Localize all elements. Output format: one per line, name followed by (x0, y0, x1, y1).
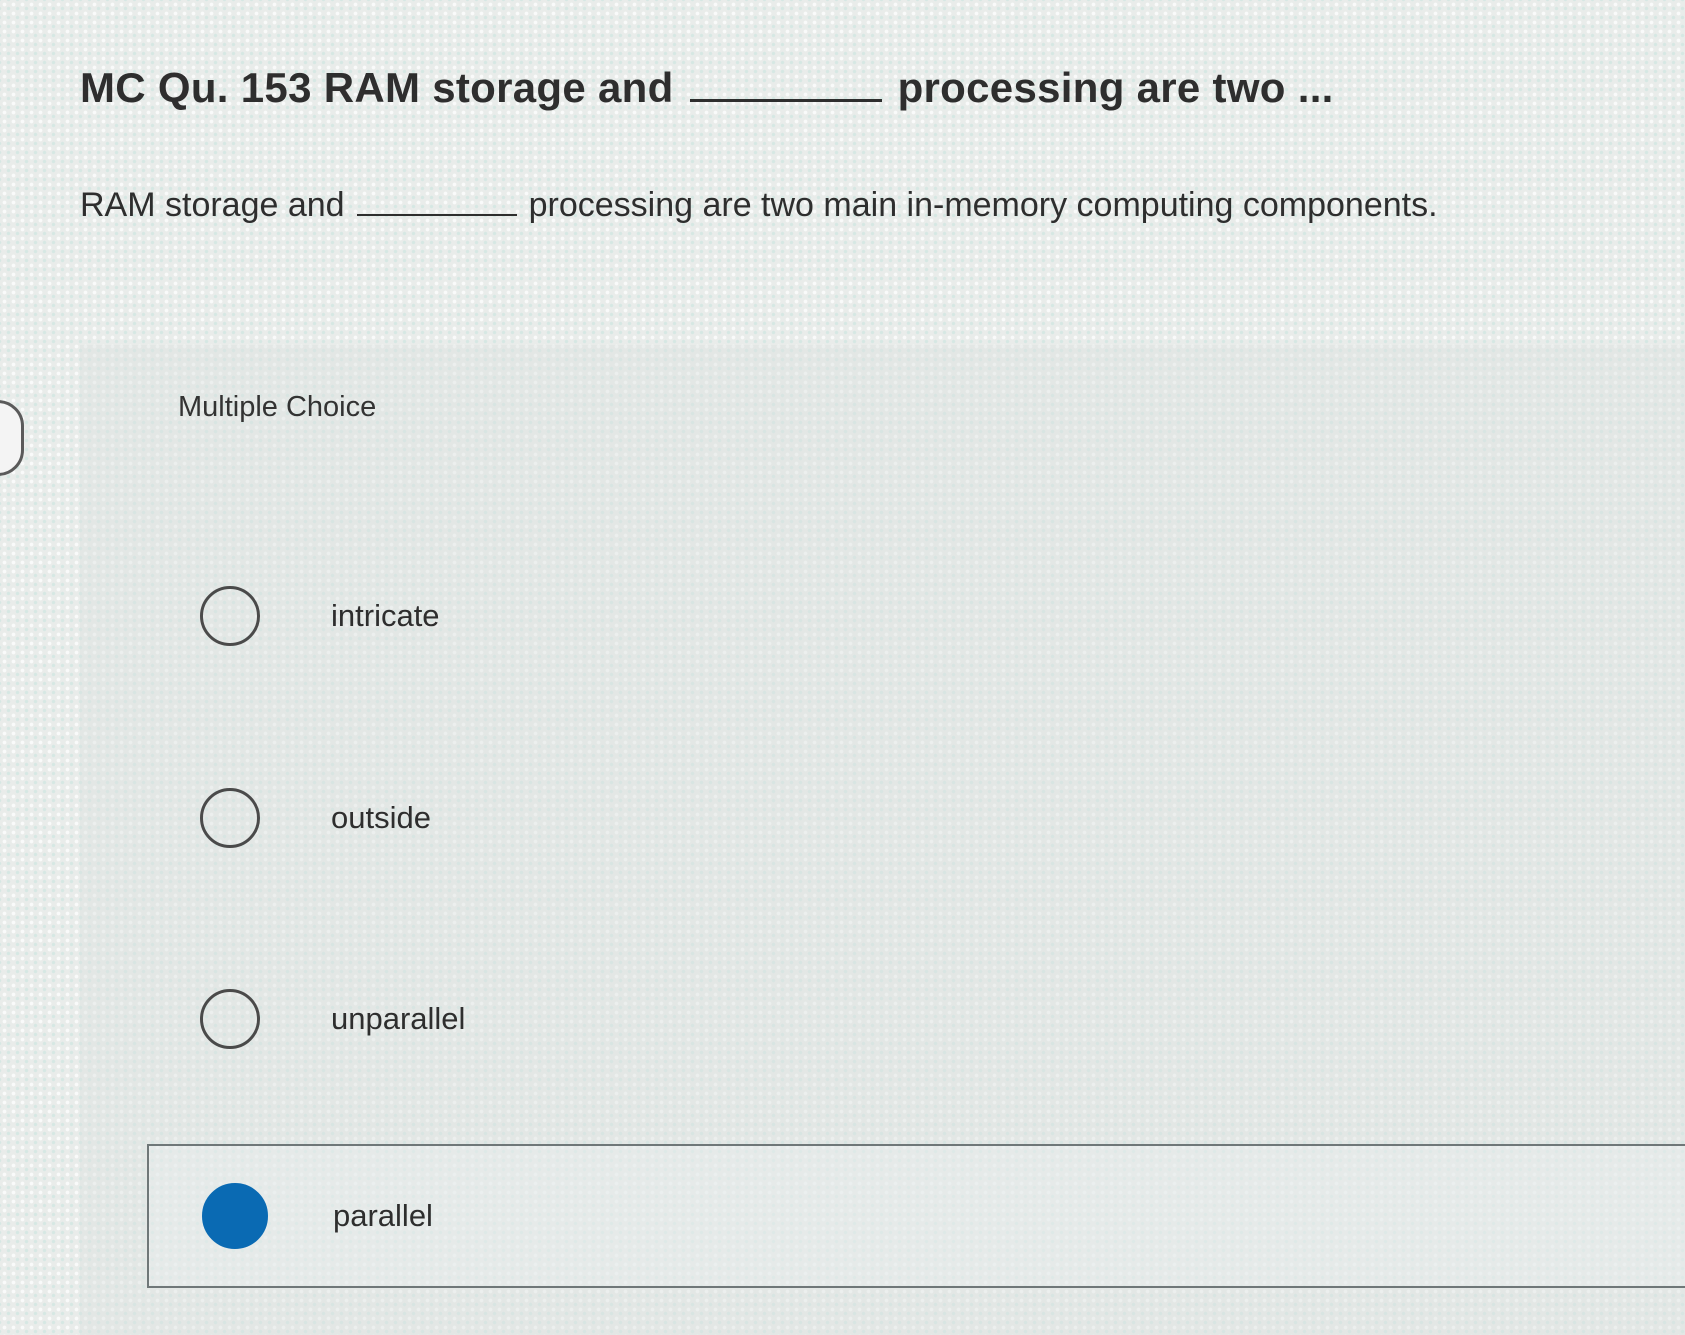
side-panel-toggle[interactable] (0, 400, 24, 476)
title-blank (689, 65, 882, 102)
option-label[interactable]: intricate (331, 598, 440, 634)
radio-unselected-icon[interactable] (200, 788, 260, 848)
radio-unselected-icon[interactable] (200, 989, 260, 1049)
title-suffix: processing are two ... (897, 64, 1334, 111)
option-label[interactable]: parallel (333, 1198, 433, 1234)
option-outside[interactable]: outside (147, 747, 1685, 889)
option-label[interactable]: outside (331, 800, 431, 836)
option-unparallel[interactable]: unparallel (147, 948, 1685, 1090)
title-prefix: MC Qu. 153 RAM storage and (80, 64, 674, 111)
radio-unselected-icon[interactable] (200, 586, 260, 646)
question-page: MC Qu. 153 RAM storage and processing are… (0, 0, 1685, 1335)
question-prefix: RAM storage and (80, 186, 345, 224)
option-parallel-selected[interactable]: parallel (147, 1144, 1685, 1288)
question-blank (356, 188, 517, 216)
question-suffix: processing are two main in-memory comput… (528, 186, 1438, 224)
question-title: MC Qu. 153 RAM storage and processing are… (80, 64, 1334, 112)
option-intricate[interactable]: intricate (147, 545, 1685, 687)
multiple-choice-label: Multiple Choice (178, 391, 377, 423)
radio-selected-icon[interactable] (202, 1183, 268, 1249)
option-label[interactable]: unparallel (331, 1001, 465, 1037)
question-text: RAM storage and processing are two main i… (80, 186, 1438, 225)
